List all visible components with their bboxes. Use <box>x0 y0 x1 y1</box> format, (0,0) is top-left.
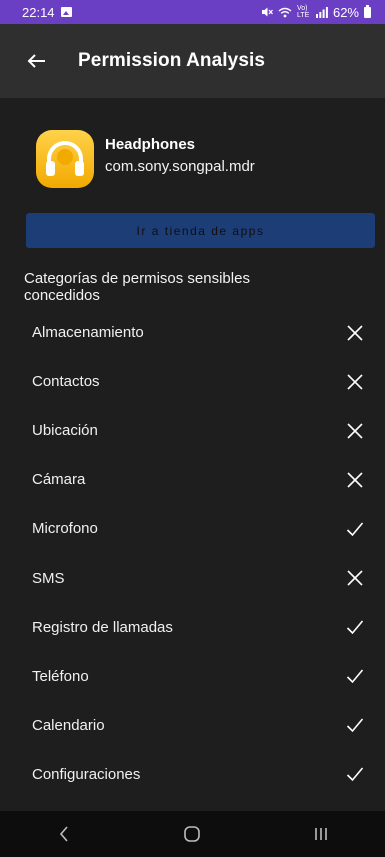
close-icon <box>345 372 365 392</box>
wifi-icon <box>278 7 292 17</box>
close-icon <box>345 470 365 490</box>
signal-icon <box>315 6 328 18</box>
permission-label: Ubicación <box>32 422 98 440</box>
permission-row: Almacenamiento <box>0 308 385 357</box>
back-button[interactable] <box>22 46 52 76</box>
permission-label: Registro de llamadas <box>32 618 173 636</box>
permission-label: Calendario <box>32 716 105 734</box>
app-bar: Permission Analysis <box>0 24 385 98</box>
permission-label: Almacenamiento <box>32 324 144 342</box>
close-icon <box>345 421 365 441</box>
status-bar: 22:14 Vo) LTE 62% <box>0 0 385 24</box>
battery-icon <box>364 4 371 18</box>
mute-icon <box>261 7 273 17</box>
home-icon <box>184 826 201 842</box>
permission-label: Microfono <box>32 520 98 538</box>
permission-list: Almacenamiento Contactos Ubicación Cámara Mi… <box>0 308 385 799</box>
arrow-left-icon <box>27 54 45 68</box>
app-package: com.sony.songpal.mdr <box>105 158 255 175</box>
permission-label: Teléfono <box>32 667 89 685</box>
permission-label: Configuraciones <box>32 765 141 783</box>
nav-back-button[interactable] <box>34 811 94 857</box>
permission-label: Contactos <box>32 373 100 391</box>
headphones-app-icon <box>36 130 94 188</box>
permission-row: Microfono <box>0 504 385 553</box>
checkmark-icon <box>345 617 365 637</box>
permission-row: SMS <box>0 553 385 602</box>
permission-row: Teléfono <box>0 652 385 701</box>
nav-home-button[interactable] <box>162 811 222 857</box>
recents-icon <box>315 828 327 840</box>
permission-row: Registro de llamadas <box>0 603 385 652</box>
battery-percent: 62% <box>332 4 359 20</box>
permission-label: Cámara <box>32 471 86 489</box>
go-to-app-store-button[interactable]: Ir a tienda de apps <box>26 213 375 248</box>
close-icon <box>345 323 365 343</box>
permission-row: Calendario <box>0 701 385 750</box>
headphones-icon <box>46 141 84 176</box>
navigation-bar <box>0 811 385 857</box>
app-info: Headphones com.sony.songpal.mdr <box>36 130 255 188</box>
nav-recents-button[interactable] <box>291 811 351 857</box>
app-name: Headphones <box>105 136 196 153</box>
checkmark-icon <box>345 519 365 539</box>
close-icon <box>345 568 365 588</box>
network-type: Vo) LTE <box>296 5 310 19</box>
permission-row: Ubicación <box>0 406 385 455</box>
chevron-left-icon <box>60 826 68 842</box>
permission-label: SMS <box>32 569 65 587</box>
permission-row: Configuraciones <box>0 750 385 799</box>
main-content: Headphones com.sony.songpal.mdr Ir a tie… <box>0 98 385 811</box>
status-time: 22:14 <box>22 4 55 20</box>
gallery-notification-icon <box>60 7 72 17</box>
checkmark-icon <box>345 715 365 735</box>
section-title: Categorías de permisos sensibles concedi… <box>24 270 250 304</box>
permission-row: Cámara <box>0 455 385 504</box>
checkmark-icon <box>345 764 365 784</box>
page-title: Permission Analysis <box>78 50 266 71</box>
checkmark-icon <box>345 666 365 686</box>
permission-row: Contactos <box>0 357 385 406</box>
